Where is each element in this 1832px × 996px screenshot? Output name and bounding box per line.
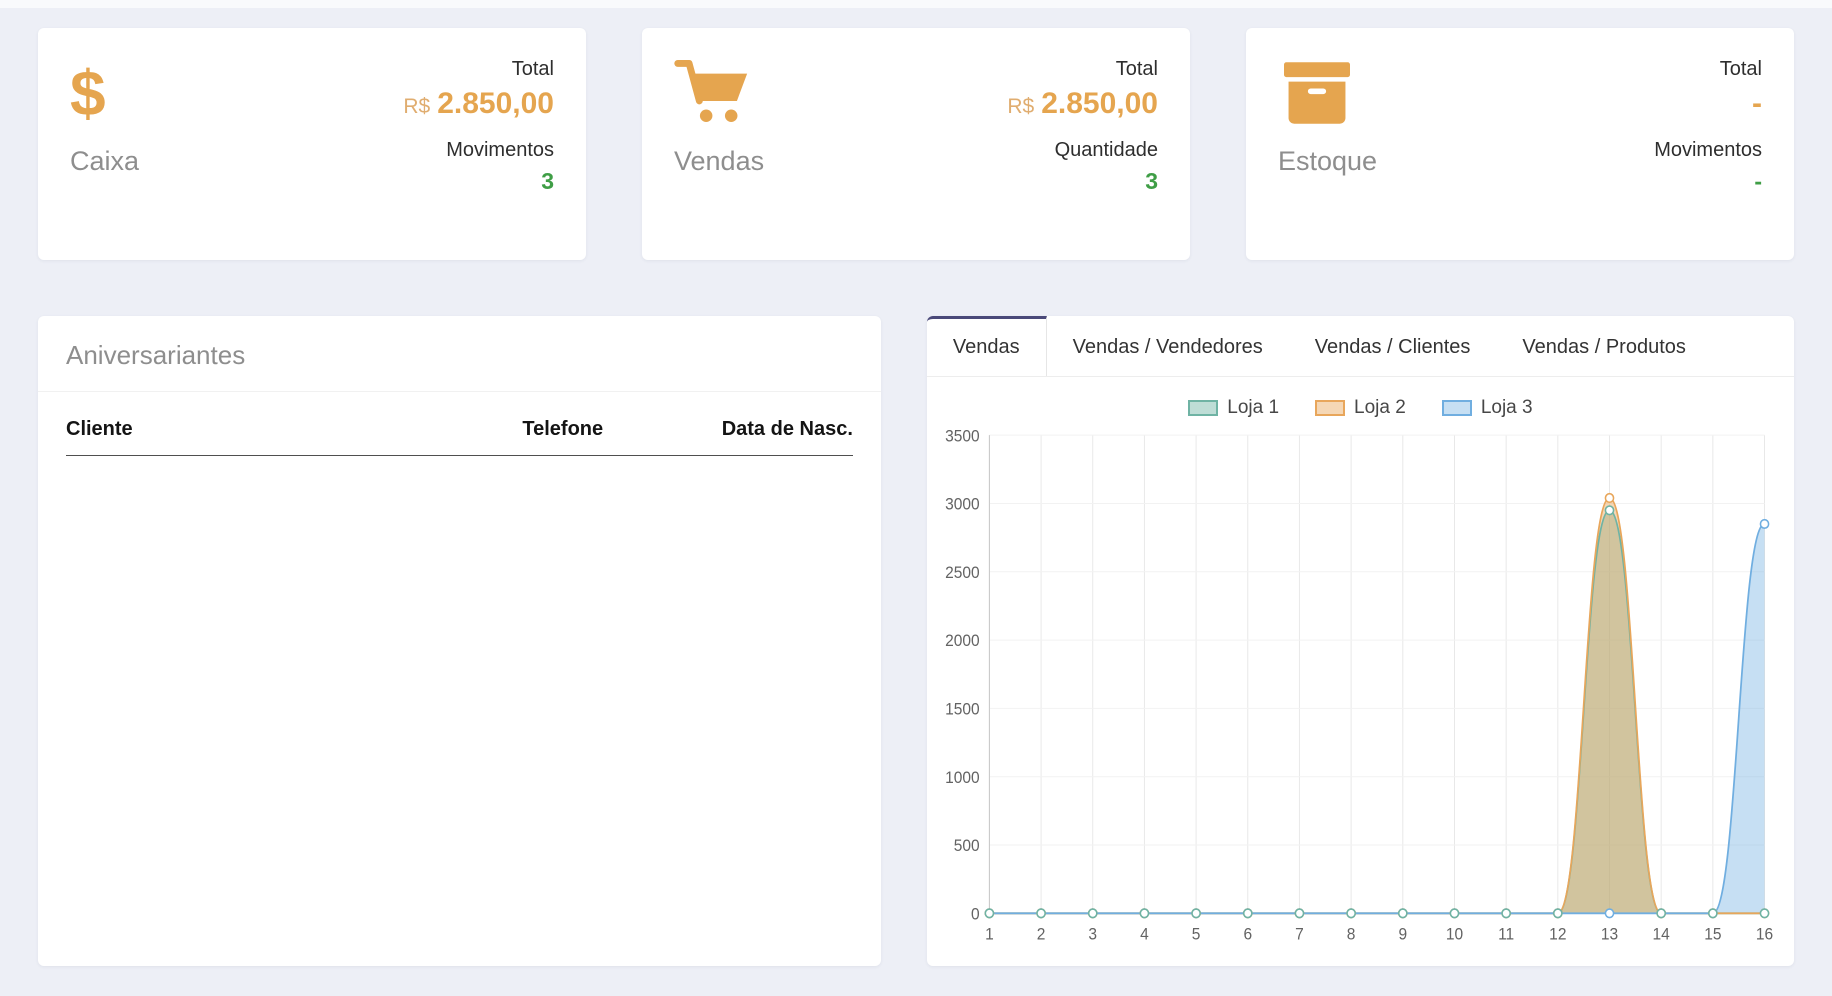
loja2-label: Loja 2: [1354, 397, 1406, 419]
top-edge: [0, 0, 1832, 8]
svg-text:14: 14: [1652, 926, 1669, 943]
svg-text:11: 11: [1498, 926, 1514, 943]
estoque-metrics: Total - Movimentos -: [1654, 54, 1762, 234]
column-header-cliente: Cliente: [66, 394, 522, 456]
vendas-total-label: Total: [1007, 54, 1158, 85]
dashboard-page: $ Caixa Total R$ 2.850,00 Movimentos 3: [0, 8, 1832, 996]
caixa-movimentos-value: 3: [403, 166, 554, 197]
caixa-left: $ Caixa: [70, 54, 139, 234]
svg-text:1: 1: [985, 926, 994, 943]
column-header-data-nasc: Data de Nasc.: [695, 394, 852, 456]
estoque-movimentos-label: Movimentos: [1654, 135, 1762, 166]
caixa-total-amount: 2.850,00: [437, 87, 554, 120]
card-title-estoque: Estoque: [1278, 146, 1377, 177]
dollar-icon: $: [70, 54, 139, 132]
svg-text:1500: 1500: [945, 701, 980, 718]
estoque-total-amount: -: [1752, 87, 1762, 120]
vendas-quantidade-label: Quantidade: [1007, 135, 1158, 166]
tab-vendas-produtos[interactable]: Vendas / Produtos: [1496, 316, 1711, 376]
vendas-total-amount: 2.850,00: [1041, 87, 1158, 120]
currency-prefix: R$: [403, 95, 430, 118]
svg-text:9: 9: [1398, 926, 1407, 943]
svg-text:4: 4: [1140, 926, 1149, 943]
caixa-total-value: R$ 2.850,00: [403, 85, 554, 123]
loja2-swatch: [1315, 400, 1345, 416]
table-header-row: Cliente Telefone Data de Nasc.: [66, 394, 853, 456]
legend-item-loja1[interactable]: Loja 1: [1188, 397, 1279, 419]
vendas-area-chart[interactable]: 0500100015002000250030003500123456789101…: [935, 425, 1778, 954]
svg-text:3: 3: [1088, 926, 1097, 943]
cart-icon: [674, 54, 764, 132]
aniversariantes-panel: Aniversariantes Cliente Telefone Data de…: [38, 316, 881, 966]
svg-text:2: 2: [1037, 926, 1046, 943]
legend-item-loja3[interactable]: Loja 3: [1442, 397, 1533, 419]
vendas-total-value: R$ 2.850,00: [1007, 85, 1158, 123]
svg-text:500: 500: [954, 838, 980, 855]
caixa-total-label: Total: [403, 54, 554, 85]
svg-text:8: 8: [1347, 926, 1356, 943]
chart-legend: Loja 1 Loja 2 Loja 3: [927, 377, 1794, 423]
caixa-metrics: Total R$ 2.850,00 Movimentos 3: [403, 54, 554, 234]
svg-text:3000: 3000: [945, 496, 980, 513]
svg-text:15: 15: [1704, 926, 1721, 943]
svg-text:2000: 2000: [945, 633, 980, 650]
svg-text:6: 6: [1243, 926, 1252, 943]
estoque-left: Estoque: [1278, 54, 1377, 234]
chart-area: 0500100015002000250030003500123456789101…: [927, 423, 1794, 966]
vendas-chart-panel: Vendas Vendas / Vendedores Vendas / Clie…: [927, 316, 1794, 966]
svg-text:13: 13: [1601, 926, 1618, 943]
vendas-quantidade-value: 3: [1007, 166, 1158, 197]
bottom-row: Aniversariantes Cliente Telefone Data de…: [38, 316, 1794, 966]
vendas-left: Vendas: [674, 54, 764, 234]
svg-text:7: 7: [1295, 926, 1304, 943]
stat-cards-row: $ Caixa Total R$ 2.850,00 Movimentos 3: [38, 28, 1794, 260]
legend-item-loja2[interactable]: Loja 2: [1315, 397, 1406, 419]
stat-card-caixa: $ Caixa Total R$ 2.850,00 Movimentos 3: [38, 28, 586, 260]
svg-text:0: 0: [971, 906, 980, 923]
estoque-movimentos-value: -: [1654, 166, 1762, 197]
box-icon: [1278, 54, 1377, 132]
stat-card-estoque: Estoque Total - Movimentos -: [1246, 28, 1794, 260]
loja3-swatch: [1442, 400, 1472, 416]
svg-text:10: 10: [1446, 926, 1463, 943]
aniversariantes-title: Aniversariantes: [38, 316, 881, 392]
caixa-movimentos-label: Movimentos: [403, 135, 554, 166]
svg-text:3500: 3500: [945, 428, 980, 445]
estoque-total-value: -: [1654, 85, 1762, 123]
estoque-total-label: Total: [1654, 54, 1762, 85]
svg-text:16: 16: [1756, 926, 1773, 943]
chart-tabs: Vendas Vendas / Vendedores Vendas / Clie…: [927, 316, 1794, 377]
tab-vendas[interactable]: Vendas: [927, 316, 1047, 376]
dollar-glyph: $: [70, 61, 106, 125]
tab-vendas-clientes[interactable]: Vendas / Clientes: [1289, 316, 1497, 376]
svg-text:1000: 1000: [945, 770, 980, 787]
card-title-vendas: Vendas: [674, 146, 764, 177]
loja1-label: Loja 1: [1227, 397, 1279, 419]
card-title-caixa: Caixa: [70, 146, 139, 177]
tab-vendas-vendedores[interactable]: Vendas / Vendedores: [1047, 316, 1289, 376]
vendas-metrics: Total R$ 2.850,00 Quantidade 3: [1007, 54, 1158, 234]
svg-text:2500: 2500: [945, 565, 980, 582]
svg-text:12: 12: [1549, 926, 1566, 943]
column-header-telefone: Telefone: [522, 394, 695, 456]
loja3-label: Loja 3: [1481, 397, 1533, 419]
stat-card-vendas: Vendas Total R$ 2.850,00 Quantidade 3: [642, 28, 1190, 260]
svg-text:5: 5: [1192, 926, 1201, 943]
currency-prefix: R$: [1007, 95, 1034, 118]
loja1-swatch: [1188, 400, 1218, 416]
aniversariantes-table: Cliente Telefone Data de Nasc.: [66, 394, 853, 456]
